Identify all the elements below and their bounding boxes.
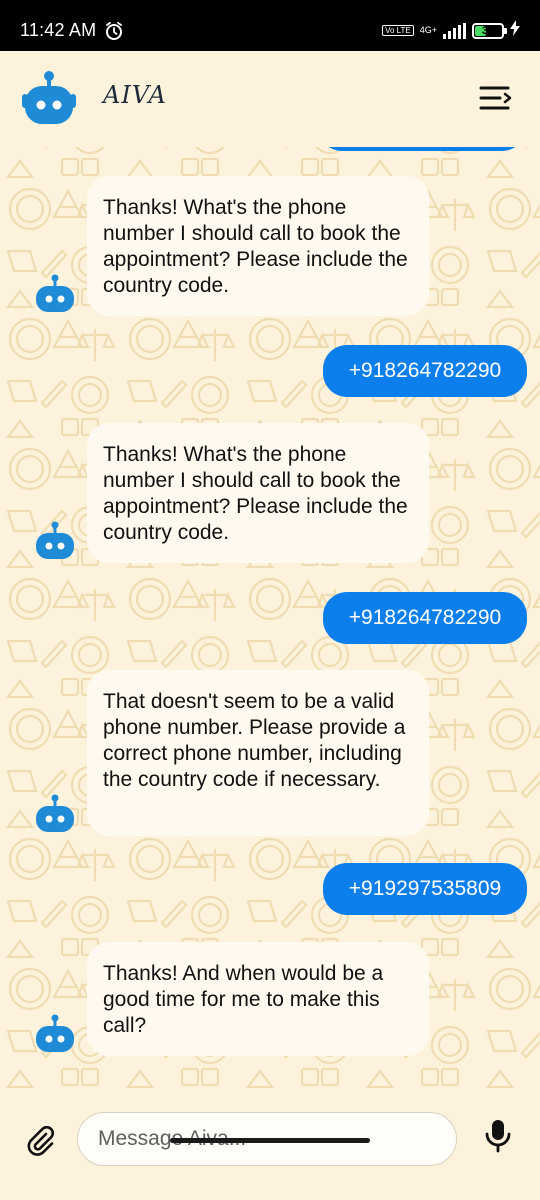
bot-avatar — [35, 794, 75, 839]
bot-message: Thanks! And when would be a good time fo… — [87, 942, 429, 1056]
user-message-text: +919297535809 — [348, 877, 502, 900]
user-message-text: +918264782290 — [348, 359, 502, 382]
user-message: +918264782290 — [323, 345, 527, 397]
user-message-text: +918264782290 — [348, 606, 502, 629]
status-right: Vo LTE 4G+ 39 — [382, 20, 520, 41]
paperclip-icon[interactable] — [26, 1125, 56, 1161]
status-time: 11:42 AM — [20, 20, 97, 40]
menu-icon[interactable] — [478, 84, 514, 114]
bot-message-text: That doesn't seem to be a valid phone nu… — [103, 690, 406, 791]
status-bar: 11:42 AM Vo LTE 4G+ 39 — [0, 0, 540, 51]
chat-app: AIVA Thanks! What's the phone number I s… — [0, 51, 540, 1200]
bot-message-text: Thanks! And when would be a good time fo… — [103, 962, 384, 1037]
message-composer — [0, 1097, 540, 1200]
bot-message-text: Thanks! What's the phone number I should… — [103, 443, 408, 544]
bot-avatar — [35, 1014, 75, 1059]
chat-header: AIVA — [0, 51, 540, 147]
volte-badge: Vo LTE — [382, 25, 414, 36]
network-type: 4G+ — [419, 25, 437, 35]
bot-avatar — [35, 521, 75, 566]
brand-name: AIVA — [103, 81, 167, 109]
robot-logo-icon — [22, 70, 76, 131]
signal-icon — [443, 22, 466, 39]
bot-message: That doesn't seem to be a valid phone nu… — [87, 670, 429, 836]
battery-level: 39 — [481, 24, 495, 37]
user-message: +918264782290 — [323, 592, 527, 644]
bot-message: Thanks! What's the phone number I should… — [87, 423, 429, 563]
home-indicator[interactable] — [170, 1138, 370, 1143]
charging-icon — [510, 20, 520, 41]
bot-avatar — [35, 274, 75, 319]
bot-message-text: Thanks! What's the phone number I should… — [103, 196, 408, 297]
user-message: +919297535809 — [323, 863, 527, 915]
battery-icon: 39 — [472, 22, 507, 39]
microphone-icon[interactable] — [484, 1119, 512, 1158]
bot-message: Thanks! What's the phone number I should… — [87, 176, 429, 316]
alarm-icon — [104, 21, 124, 46]
